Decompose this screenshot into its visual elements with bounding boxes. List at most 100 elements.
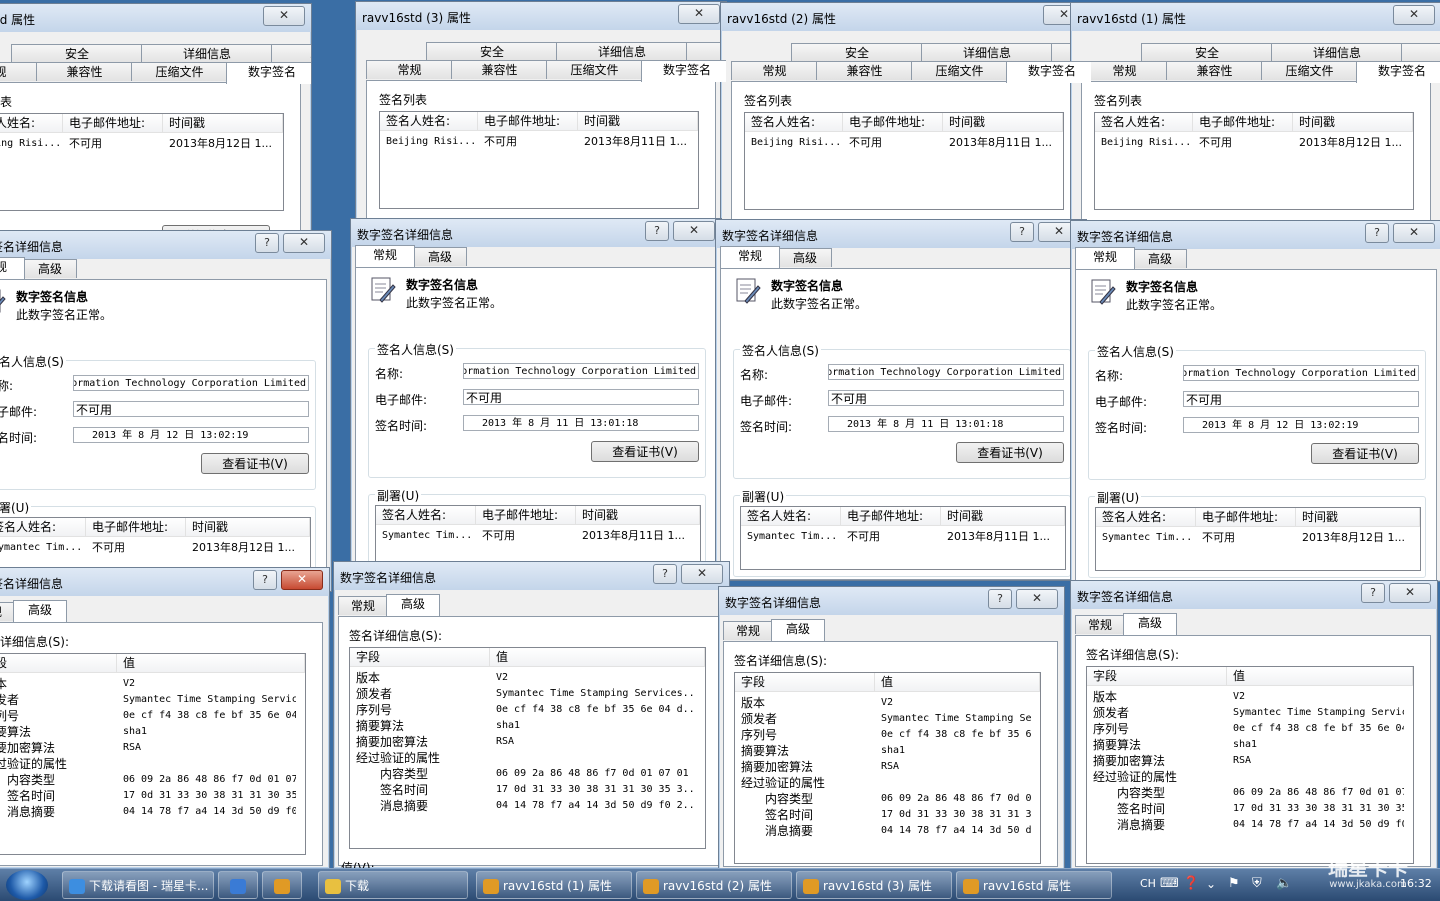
list-item[interactable]: 内容类型 06 09 2a 86 48 86 f7 0d 01 07 01 (1087, 785, 1413, 801)
taskbar-button[interactable]: 下载请看图 - 瑞星卡... (62, 871, 214, 899)
list-item[interactable]: 序列号 0e cf f4 38 c8 fe bf 35 6e 04 d... (0, 708, 305, 724)
close-button[interactable]: ✕ (281, 570, 323, 590)
list-item[interactable]: 摘要算法 sha1 (0, 724, 305, 740)
list-item[interactable]: 经过验证的属性 (350, 750, 705, 766)
col-value[interactable]: 值 (117, 654, 305, 673)
tab-general[interactable]: 常规 (366, 60, 453, 79)
close-button[interactable]: ✕ (263, 6, 305, 26)
signer-email-field[interactable]: 不可用 (1183, 391, 1419, 407)
signer-email-field[interactable]: 不可用 (828, 390, 1064, 406)
tab-general[interactable]: 常规 (720, 246, 780, 268)
tab-details[interactable]: 详细信息 (556, 42, 688, 61)
volume-icon[interactable]: 🔈 (1276, 876, 1292, 892)
list-item[interactable]: 内容类型 06 09 2a 86 48 86 f7 0d 01 07 01 (0, 772, 305, 788)
shield-tray-icon[interactable]: ⛨ (1252, 876, 1262, 892)
help-button[interactable]: ? (988, 589, 1012, 609)
list-item[interactable]: 摘要算法 sha1 (350, 718, 705, 734)
col-value[interactable]: 值 (1227, 667, 1413, 686)
list-item[interactable]: 版本 V2 (1087, 689, 1413, 705)
chevron-down-icon[interactable]: ⌄ (1206, 876, 1216, 892)
signing-time-field[interactable]: 2013 年 8 月 12 日 13:02:19 (1183, 417, 1419, 433)
tab-advanced[interactable]: 高级 (23, 259, 77, 278)
table-row[interactable]: Beijing Risi... 不可用 2013年8月11日 1... (380, 112, 698, 152)
col-field[interactable]: 字段 (1087, 667, 1227, 686)
tab-advanced[interactable]: 高级 (1123, 613, 1177, 635)
table-row[interactable]: Symantec Tim... 不可用 2013年8月12日 1... (0, 518, 310, 558)
list-item[interactable]: 版本 V2 (350, 670, 705, 686)
tab-archive[interactable]: 压缩文件 (131, 62, 228, 81)
tab-digital-signatures[interactable]: 数字签名 (1356, 61, 1440, 83)
tab-security[interactable]: 安全 (426, 42, 558, 61)
col-value[interactable]: 值 (490, 648, 705, 667)
signing-time-field[interactable]: 2013 年 8 月 12 日 13:02:19 (73, 427, 309, 443)
list-item[interactable]: 摘要加密算法 RSA (0, 740, 305, 756)
list-item[interactable]: 序列号 0e cf f4 38 c8 fe bf 35 6e 04 d... (350, 702, 705, 718)
table-row[interactable]: Symantec Tim... 不可用 2013年8月11日 1... (376, 506, 700, 546)
list-item[interactable]: 序列号 0e cf f4 38 c8 fe bf 35 6e 04 d... (735, 727, 1040, 743)
list-item[interactable]: 颁发者 Symantec Time Stamping Services... (735, 711, 1040, 727)
help-button[interactable]: ? (645, 221, 669, 241)
details-list[interactable]: 字段值版本 V2 颁发者 Symantec Time Stamping Service… (0, 653, 306, 855)
list-item[interactable]: 消息摘要 04 14 78 f7 a4 14 3d 50 d9 f0 2... (1087, 817, 1413, 833)
table-row[interactable]: Symantec Tim... 不可用 2013年8月11日 1... (741, 507, 1065, 547)
list-item[interactable]: 颁发者 Symantec Time Stamping Services... (1087, 705, 1413, 721)
view-certificate-button[interactable]: 查看证书(V) (201, 453, 309, 474)
tab-general[interactable]: 常规 (338, 596, 388, 615)
tab-digital-signatures[interactable]: 数字签名 (641, 60, 726, 82)
tab-previous-versions[interactable]: 以前的版本 (271, 44, 311, 63)
start-button[interactable] (6, 870, 48, 900)
list-item[interactable]: 摘要加密算法 RSA (1087, 753, 1413, 769)
list-item[interactable]: 版本 V2 (735, 695, 1040, 711)
tab-general[interactable]: 常规 (723, 621, 773, 640)
list-item[interactable]: 消息摘要 04 14 78 f7 a4 14 3d 50 d9 f0 2... (735, 823, 1040, 839)
signer-email-field[interactable]: 不可用 (463, 389, 699, 405)
taskbar-button[interactable]: ravv16std (1) 属性 (476, 871, 632, 899)
table-row[interactable]: Beijing Risi... 不可用 2013年8月11日 1... (745, 113, 1063, 153)
signature-list[interactable]: 签名人姓名:电子邮件地址:时间戳Beijing Risi...不可用2013年8… (0, 113, 284, 211)
list-item[interactable]: 摘要算法 sha1 (735, 743, 1040, 759)
col-field[interactable]: 字段 (350, 648, 490, 667)
taskbar-button[interactable] (218, 871, 258, 899)
signing-time-field[interactable]: 2013 年 8 月 11 日 13:01:18 (828, 416, 1064, 432)
table-row[interactable]: Symantec Tim... 不可用 2013年8月12日 1... (1096, 508, 1420, 548)
list-item[interactable]: 序列号 0e cf f4 38 c8 fe bf 35 6e 04 d... (1087, 721, 1413, 737)
tab-advanced[interactable]: 高级 (1133, 249, 1187, 268)
list-item[interactable]: 内容类型 06 09 2a 86 48 86 f7 0d 01 07 01 (735, 791, 1040, 807)
tab-security[interactable]: 安全 (791, 43, 923, 62)
view-certificate-button[interactable]: 查看证书(V) (591, 441, 699, 462)
signer-name-field[interactable]: Beijing Rising Information Technology Co… (463, 363, 699, 379)
close-button[interactable]: ✕ (1393, 5, 1435, 25)
tab-security[interactable]: 安全 (1141, 43, 1273, 62)
signing-time-field[interactable]: 2013 年 8 月 11 日 13:01:18 (463, 415, 699, 431)
taskbar-button[interactable]: ravv16std (3) 属性 (796, 871, 952, 899)
taskbar-button[interactable]: ravv16std 属性 (956, 871, 1112, 899)
close-button[interactable]: ✕ (1393, 223, 1435, 243)
signature-list[interactable]: 签名人姓名:电子邮件地址:时间戳Beijing Risi...不可用2013年8… (744, 112, 1064, 210)
tab-digital-signatures[interactable]: 数字签名 (226, 62, 311, 84)
close-button[interactable]: ✕ (673, 221, 715, 241)
close-button[interactable]: ✕ (678, 4, 720, 24)
list-item[interactable]: 消息摘要 04 14 78 f7 a4 14 3d 50 d9 f0 2... (0, 804, 305, 820)
list-item[interactable]: 经过验证的属性 (0, 756, 305, 772)
tab-general[interactable]: 常规 (0, 62, 38, 81)
close-button[interactable]: ✕ (1016, 589, 1058, 609)
list-item[interactable]: 摘要加密算法 RSA (735, 759, 1040, 775)
tab-digital-signatures[interactable]: 数字签名 (1006, 61, 1091, 83)
list-item[interactable]: 签名时间 17 0d 31 33 30 38 31 31 30 35 3... (735, 807, 1040, 823)
list-item[interactable]: 颁发者 Symantec Time Stamping Services... (350, 686, 705, 702)
signer-name-field[interactable]: Beijing Rising Information Technology Co… (828, 364, 1064, 380)
countersignature-list[interactable]: 签名人姓名:电子邮件地址:时间戳Symantec Tim...不可用2013年8… (375, 505, 701, 569)
col-field[interactable]: 字段 (735, 673, 875, 692)
tab-general[interactable]: 常规 (1075, 247, 1135, 269)
help-button[interactable]: ? (653, 564, 677, 584)
details-list[interactable]: 字段值版本 V2 颁发者 Symantec Time Stamping Service… (734, 672, 1041, 864)
list-item[interactable]: 版本 V2 (0, 676, 305, 692)
list-item[interactable]: 签名时间 17 0d 31 33 30 38 31 31 30 35 3... (0, 788, 305, 804)
tab-advanced[interactable]: 高级 (771, 619, 825, 641)
tab-general[interactable]: 常规 (1075, 615, 1125, 634)
tab-archive[interactable]: 压缩文件 (1261, 61, 1358, 80)
tab-previous-versions[interactable]: 以前的版本 (1401, 43, 1440, 62)
signature-list[interactable]: 签名人姓名:电子邮件地址:时间戳Beijing Risi...不可用2013年8… (379, 111, 699, 209)
tab-compatibility[interactable]: 兼容性 (451, 60, 548, 79)
help-button[interactable]: ? (253, 570, 277, 590)
